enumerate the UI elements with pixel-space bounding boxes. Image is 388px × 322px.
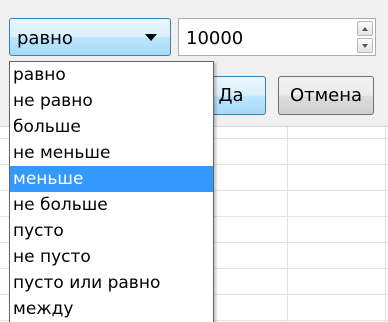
- dropdown-item-ne-menshe[interactable]: не меньше: [10, 140, 213, 166]
- spin-down-icon[interactable]: [357, 38, 373, 53]
- condition-select-value: равно: [17, 28, 73, 49]
- value-spin-input[interactable]: 10000: [178, 18, 376, 56]
- dropdown-item-bolshe[interactable]: больше: [10, 114, 213, 140]
- dropdown-item-ne-bolshe[interactable]: не больше: [10, 192, 213, 218]
- spin-buttons: [357, 21, 373, 53]
- value-input-text: 10000: [186, 28, 244, 49]
- condition-select[interactable]: равно: [9, 18, 171, 56]
- cancel-button[interactable]: Отмена: [278, 76, 374, 115]
- spin-up-icon[interactable]: [357, 21, 373, 36]
- condition-dropdown-list: равно не равно больше не меньше меньше н…: [9, 61, 214, 322]
- dropdown-item-mezhdu[interactable]: между: [10, 296, 213, 322]
- dropdown-item-ne-ravno[interactable]: не равно: [10, 88, 213, 114]
- dropdown-item-ravno[interactable]: равно: [10, 62, 213, 88]
- dropdown-item-pusto-ili-ravno[interactable]: пусто или равно: [10, 270, 213, 296]
- dropdown-item-pusto[interactable]: пусто: [10, 218, 213, 244]
- dropdown-item-menshe[interactable]: меньше: [10, 166, 213, 192]
- chevron-down-icon: [145, 34, 157, 41]
- dropdown-item-ne-pusto[interactable]: не пусто: [10, 244, 213, 270]
